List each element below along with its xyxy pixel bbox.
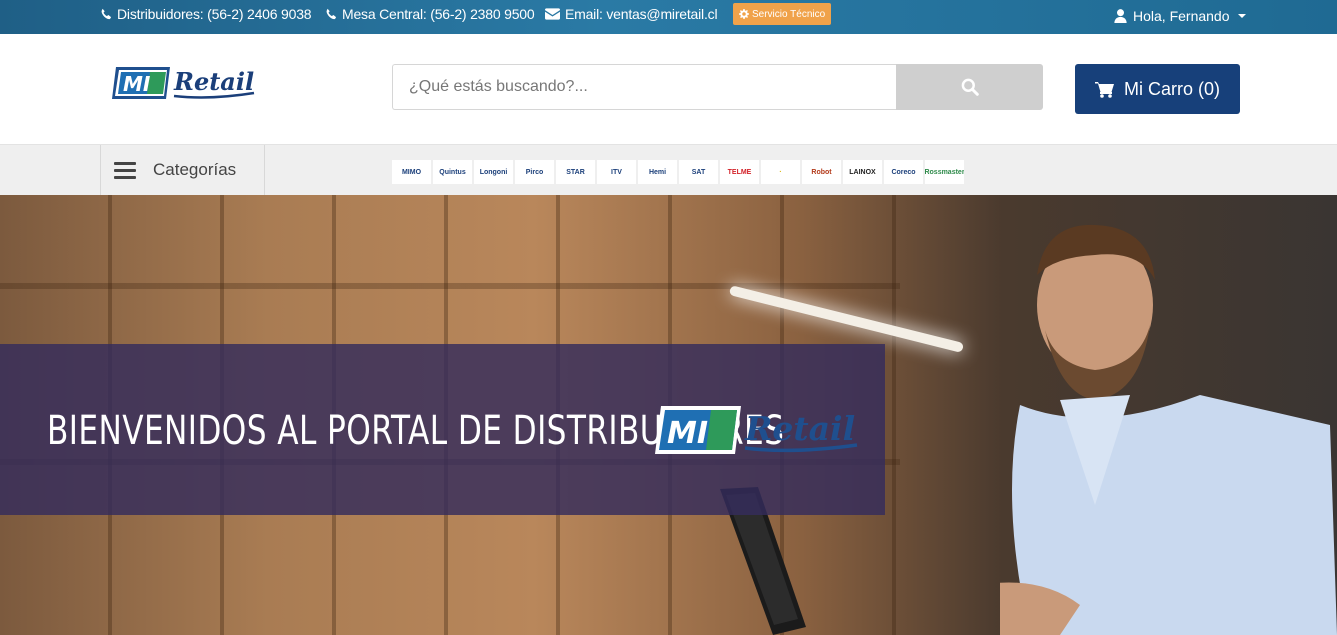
brand-logo[interactable]: STAR (556, 160, 595, 184)
logo-retail-text: Retail (173, 67, 254, 96)
brand-logo[interactable]: Hemi (638, 160, 677, 184)
brand-logo[interactable]: Longoni (474, 160, 513, 184)
site-header: MI Retail Mi Carro (0) (0, 34, 1337, 144)
user-greeting: Hola, Fernando (1133, 8, 1230, 24)
brand-logo[interactable]: Pirco (515, 160, 554, 184)
top-bar: Distribuidores: (56-2) 2406 9038 Mesa Ce… (0, 0, 1337, 34)
search-icon (961, 78, 979, 96)
brand-logo[interactable]: Coreco (884, 160, 923, 184)
brand-logo[interactable]: TELME (720, 160, 759, 184)
logo-mi-text: MI (123, 72, 151, 96)
phone-icon (101, 8, 111, 20)
mesa-central-text: Mesa Central: (56-2) 2380 9500 (342, 6, 535, 22)
cart-label: Mi Carro (0) (1123, 78, 1220, 99)
brand-logo[interactable]: Quintus (433, 160, 472, 184)
hamburger-icon (114, 158, 136, 183)
hero-logo-retail-text: Retail (744, 409, 855, 448)
brand-logo[interactable]: ITV (597, 160, 636, 184)
user-icon (1114, 9, 1127, 23)
categories-label: Categorías (153, 160, 237, 179)
phone-distribuidores[interactable]: Distribuidores: (56-2) 2406 9038 (100, 0, 312, 28)
brand-logos: MIMO Quintus Longoni Pirco STAR ITV Hemi… (392, 160, 964, 186)
phone-icon (326, 8, 336, 20)
categories-menu[interactable]: Categorías (100, 145, 265, 195)
nav-bar: Categorías MIMO Quintus Longoni Pirco ST… (0, 144, 1337, 195)
search-input[interactable] (392, 64, 896, 110)
search-button[interactable] (896, 64, 1043, 110)
brand-logo[interactable]: · (761, 160, 800, 184)
phone-mesa-central[interactable]: Mesa Central: (56-2) 2380 9500 (325, 0, 535, 28)
logo[interactable]: MI Retail (110, 63, 256, 103)
cart-icon (1094, 81, 1114, 98)
search-bar (392, 64, 1043, 110)
gear-icon (739, 9, 749, 19)
email-text: Email: ventas@miretail.cl (565, 6, 718, 22)
brand-logo[interactable]: MIMO (392, 160, 431, 184)
chevron-down-icon (1237, 14, 1246, 18)
person-image (1000, 224, 1337, 635)
user-menu[interactable]: Hola, Fernando (1114, 4, 1246, 28)
email-link[interactable]: Email: ventas@miretail.cl (545, 0, 718, 28)
brand-logo[interactable]: Robot (802, 160, 841, 184)
servicio-tecnico-label: Servicio Técnico (752, 8, 826, 20)
hero-logo: MI Retail (655, 406, 858, 454)
cart-button[interactable]: Mi Carro (0) (1075, 64, 1240, 114)
brand-logo[interactable]: SAT (679, 160, 718, 184)
envelope-icon (545, 8, 560, 20)
hero-logo-mi-text: MI (667, 416, 708, 451)
servicio-tecnico-button[interactable]: Servicio Técnico (733, 3, 832, 25)
brand-logo[interactable]: LAINOX (843, 160, 882, 184)
distribuidores-text: Distribuidores: (56-2) 2406 9038 (117, 6, 312, 22)
hero-banner: BIENVENIDOS AL PORTAL DE DISTRIBUIDORES … (0, 195, 1337, 635)
brand-logo[interactable]: Rossmaster (925, 160, 964, 184)
